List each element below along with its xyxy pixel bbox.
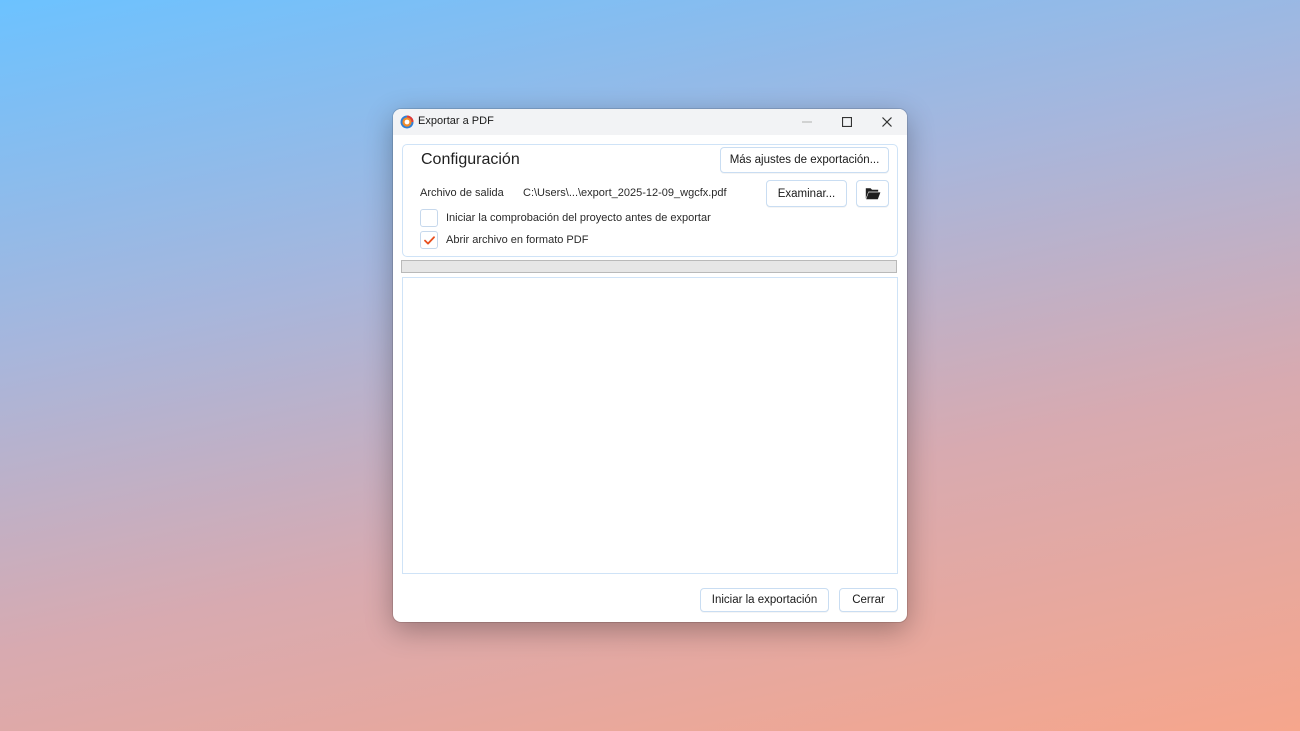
maximize-button[interactable] [827, 109, 867, 135]
close-icon [882, 117, 892, 127]
open-pdf-option[interactable]: Abrir archivo en formato PDF [420, 231, 588, 249]
export-log-area[interactable] [402, 277, 898, 574]
configuration-panel: Configuración Más ajustes de exportación… [402, 144, 898, 257]
project-check-option[interactable]: Iniciar la comprobación del proyecto ant… [420, 209, 711, 227]
start-export-button[interactable]: Iniciar la exportación [700, 588, 829, 612]
maximize-icon [842, 117, 852, 127]
section-title: Configuración [421, 151, 520, 168]
close-window-button[interactable] [867, 109, 907, 135]
open-folder-icon [865, 188, 880, 200]
title-bar[interactable]: Exportar a PDF [393, 109, 907, 135]
more-export-settings-button[interactable]: Más ajustes de exportación... [720, 147, 889, 173]
open-pdf-checkbox[interactable] [420, 231, 438, 249]
window-title: Exportar a PDF [418, 115, 494, 127]
app-logo-icon [400, 115, 414, 129]
export-pdf-dialog: Exportar a PDF Configuración Más ajustes… [393, 109, 907, 622]
output-file-label: Archivo de salida [420, 187, 504, 199]
minimize-button[interactable] [787, 109, 827, 135]
minimize-icon [802, 121, 812, 123]
open-folder-button[interactable] [856, 180, 889, 207]
project-check-checkbox[interactable] [420, 209, 438, 227]
checkmark-icon [423, 235, 435, 244]
export-progress-bar [401, 260, 897, 273]
output-file-path: C:\Users\...\export_2025-12-09_wgcfx.pdf [523, 187, 727, 199]
close-button[interactable]: Cerrar [839, 588, 898, 612]
browse-button[interactable]: Examinar... [766, 180, 847, 207]
open-pdf-label: Abrir archivo en formato PDF [446, 234, 589, 246]
project-check-label: Iniciar la comprobación del proyecto ant… [446, 212, 711, 224]
